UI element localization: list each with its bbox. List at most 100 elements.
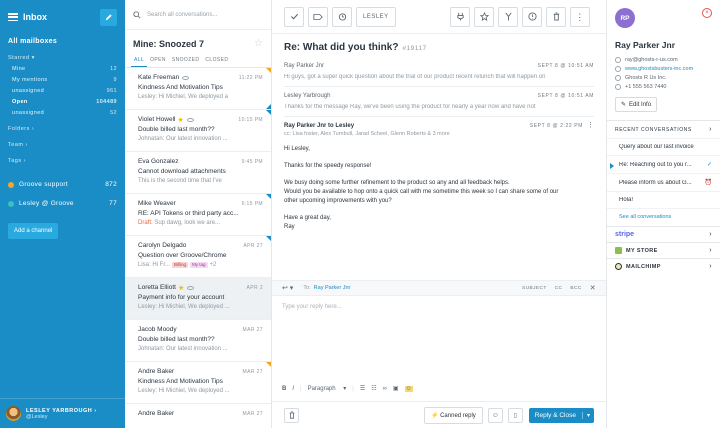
reply-close-button[interactable]: Reply & Close ▾ bbox=[528, 407, 594, 423]
compose-button[interactable] bbox=[100, 8, 117, 26]
menu-icon[interactable] bbox=[8, 13, 18, 21]
paragraph-select[interactable]: Paragraph ▾ bbox=[308, 385, 347, 392]
star-icon[interactable]: ★ bbox=[177, 116, 183, 124]
bullet-list-icon[interactable]: ☰ bbox=[360, 385, 365, 392]
mailbox-lesley-groove[interactable]: Lesley @ Groove 77 bbox=[0, 194, 125, 213]
image-icon[interactable]: ▣ bbox=[393, 385, 399, 392]
emoji-button[interactable]: ☺ bbox=[487, 407, 503, 423]
assign-button[interactable]: LESLEY bbox=[356, 6, 396, 27]
numbered-list-icon[interactable]: ☷ bbox=[371, 385, 376, 392]
bold-icon[interactable]: B bbox=[282, 386, 286, 392]
discard-button[interactable] bbox=[284, 407, 299, 423]
message-collapsed[interactable]: Ray Parker Jnr SEPT 8 @ 10:51 AM Hi guys,… bbox=[284, 57, 594, 87]
tag-badge[interactable]: My tag bbox=[190, 262, 208, 268]
contact-name: Ray Parker Jnr bbox=[615, 40, 676, 50]
spam-button[interactable] bbox=[522, 6, 542, 27]
message-snippet: Hi guys, got a super quick question abou… bbox=[284, 74, 546, 80]
tab-open[interactable]: OPEN bbox=[147, 53, 169, 67]
team-section[interactable]: Team › bbox=[0, 135, 125, 151]
search-input[interactable]: Search all conversations... bbox=[147, 12, 217, 18]
recent-conversation[interactable]: Please inform us about G... ⏰ bbox=[607, 173, 720, 191]
sidebar-item-unassigned[interactable]: unassigned 961 bbox=[0, 86, 125, 97]
recent-conversation[interactable]: Hola! bbox=[607, 191, 720, 208]
star-icon[interactable]: ☆ bbox=[254, 38, 263, 49]
ticket-id: #19117 bbox=[402, 45, 427, 52]
integration-stripe[interactable]: stripe › bbox=[607, 226, 720, 242]
mailbox-groove-support[interactable]: Groove support 872 bbox=[0, 175, 125, 194]
body-line: other upcoming improvements with you? bbox=[284, 198, 392, 204]
item-time: MAR 27 bbox=[242, 326, 263, 333]
note-icon: ▯ bbox=[513, 412, 517, 419]
list-tabs: ALL OPEN SNOOZED CLOSED bbox=[125, 53, 271, 68]
star-icon[interactable]: ★ bbox=[178, 284, 184, 292]
sender-name: Violet Howell bbox=[138, 116, 176, 123]
list-item[interactable]: Kate Freeman 11:22 PM Kindness And Motiva… bbox=[125, 68, 271, 110]
contact-email[interactable]: ray@ghosts-r-us.com bbox=[607, 55, 720, 64]
recent-conversation[interactable]: Query about our last invoice bbox=[607, 138, 720, 155]
conversation-list: Search all conversations... Mine: Snooze… bbox=[125, 0, 272, 428]
integration-mailchimp[interactable]: MAILCHIMP › bbox=[607, 258, 720, 274]
see-all-conversations-link[interactable]: See all conversations bbox=[607, 208, 720, 226]
all-mailboxes-link[interactable]: All mailboxes bbox=[0, 34, 125, 49]
search-bar[interactable]: Search all conversations... bbox=[125, 0, 271, 30]
list-item[interactable]: Jacob Moody MAR 27 Double billed last mon… bbox=[125, 320, 271, 362]
tags-section[interactable]: Tags › bbox=[0, 151, 125, 167]
canned-reply-button[interactable]: ⚡ Canned reply bbox=[423, 406, 483, 424]
italic-icon[interactable]: I bbox=[292, 386, 294, 392]
link-icon[interactable]: ∞ bbox=[383, 386, 387, 392]
sidebar-item-my-mentions[interactable]: My mentions 9 bbox=[0, 75, 125, 86]
list-item[interactable]: Eva Gonzalez 9:45 PM Cannot download atta… bbox=[125, 152, 271, 194]
recent-conversations-header[interactable]: RECENT CONVERSATIONS › bbox=[607, 120, 720, 138]
merge-button[interactable] bbox=[498, 6, 518, 27]
sidebar-item-unassigned-2[interactable]: unassigned 52 bbox=[0, 108, 125, 119]
bcc-toggle[interactable]: BCC bbox=[570, 286, 581, 291]
flag-marker bbox=[266, 362, 271, 367]
edit-info-button[interactable]: ✎ Edit Info bbox=[615, 97, 658, 112]
folders-section[interactable]: Folders › bbox=[0, 119, 125, 135]
user-profile[interactable]: LESLEY YARBROUGH › @Lesley bbox=[0, 398, 125, 428]
emoji-icon[interactable]: ☺ bbox=[404, 385, 413, 392]
contact-website[interactable]: www.ghostsbusters-inc.com bbox=[607, 64, 720, 73]
tab-closed[interactable]: CLOSED bbox=[202, 53, 231, 67]
close-ticket-button[interactable] bbox=[284, 6, 304, 27]
integration-my-store[interactable]: MY STORE › bbox=[607, 242, 720, 258]
chevron-right-icon: › bbox=[709, 231, 712, 238]
list-item[interactable]: Andre Baker MAR 27 bbox=[125, 404, 271, 428]
delete-button[interactable] bbox=[546, 6, 566, 27]
tab-snoozed[interactable]: SNOOZED bbox=[169, 53, 203, 67]
list-item[interactable]: Carolyn Delgado APR 27 Question over Groo… bbox=[125, 236, 271, 278]
subject-toggle[interactable]: SUBJECT bbox=[522, 286, 547, 291]
building-icon bbox=[615, 74, 621, 81]
chevron-down-icon[interactable]: ▾ bbox=[581, 411, 594, 419]
more-icon[interactable]: ⋮ bbox=[587, 122, 594, 129]
close-icon[interactable]: ✕ bbox=[590, 284, 596, 292]
reply-editor[interactable]: Type your reply here... bbox=[282, 304, 342, 310]
tag-more[interactable]: +2 bbox=[210, 262, 217, 268]
integration-button[interactable] bbox=[450, 6, 470, 27]
reply-icon[interactable]: ↩ ▾ bbox=[282, 284, 293, 292]
list-item[interactable]: Andre Baker MAR 27 Kindness And Motivatio… bbox=[125, 362, 271, 404]
list-item-selected[interactable]: Loretta Elliott ★ APR 2 Payment info for y… bbox=[125, 278, 271, 320]
add-channel-button[interactable]: Add a channel bbox=[8, 223, 59, 239]
snooze-button[interactable] bbox=[332, 6, 352, 27]
item-preview: Johnatan: Our latest innovation ... bbox=[138, 136, 228, 142]
message-collapsed[interactable]: Lesley Yarbrough SEPT 8 @ 10:51 AM Thanks… bbox=[284, 87, 594, 117]
star-button[interactable] bbox=[474, 6, 494, 27]
recent-conversation-current[interactable]: Re: Reaching out to you r... ✓ bbox=[607, 155, 720, 173]
cc-toggle[interactable]: CC bbox=[555, 286, 563, 291]
list-item[interactable]: Mike Weaver 6:15 PM RE: API Tokens or thi… bbox=[125, 194, 271, 236]
note-button[interactable]: ▯ bbox=[507, 407, 523, 423]
tag-button[interactable] bbox=[308, 6, 328, 27]
close-icon[interactable]: × bbox=[702, 8, 712, 18]
tag-badge[interactable]: Billing bbox=[172, 262, 189, 268]
recipient-field[interactable]: Ray Parker Jnr bbox=[314, 285, 351, 291]
tab-all[interactable]: ALL bbox=[131, 53, 148, 67]
list-item[interactable]: Violet Howell ★ 10:15 PM Double billed las… bbox=[125, 110, 271, 152]
sidebar-item-mine[interactable]: Mine 12 bbox=[0, 64, 125, 75]
body-line: We busy doing some further refinement to… bbox=[284, 180, 510, 186]
body-line: Thanks for the speedy response! bbox=[284, 163, 372, 169]
contact-phone[interactable]: +1 555 563 7440 bbox=[607, 82, 720, 91]
more-button[interactable]: ⋮ bbox=[570, 6, 590, 27]
sidebar-item-open[interactable]: Open 104489 bbox=[0, 97, 125, 108]
item-subject: Payment info for your account bbox=[138, 294, 225, 301]
